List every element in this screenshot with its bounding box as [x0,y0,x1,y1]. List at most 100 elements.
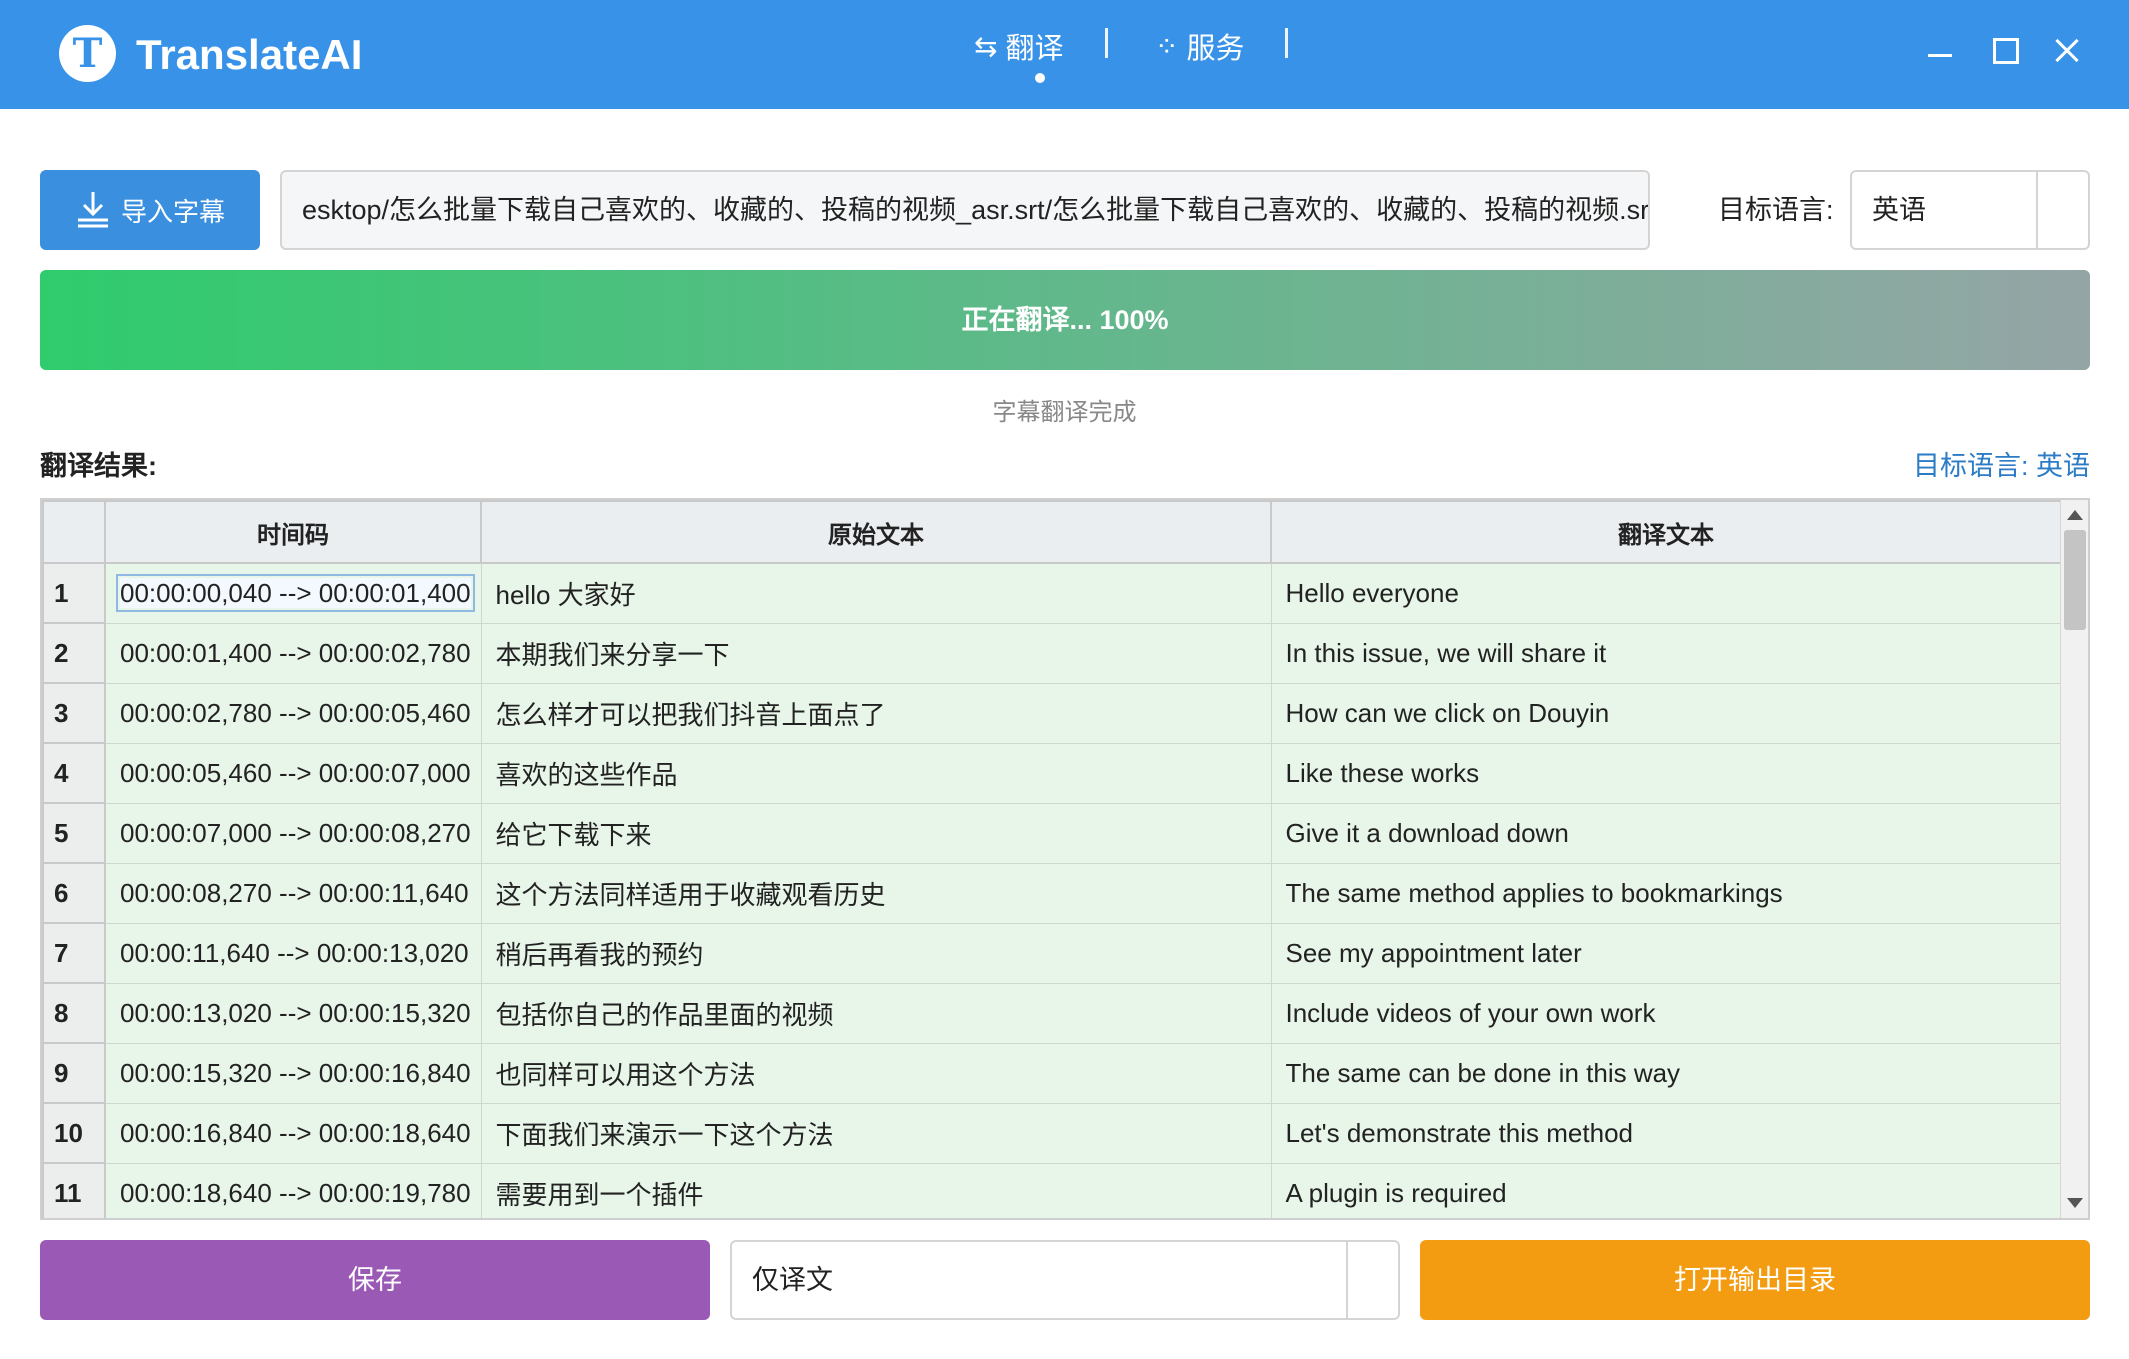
row-number[interactable]: 6 [42,862,106,924]
title-bar: T TranslateAI ⇆ 翻译 ⁘ 服务 [0,0,2129,109]
scroll-down-arrow-icon[interactable] [2067,1198,2083,1208]
cell-translated-text[interactable]: Hello everyone [1270,562,2062,624]
cell-translated-text-text: Let's demonstrate this method [1285,1117,1633,1148]
row-number-text: 9 [54,1057,69,1088]
cell-translated-text[interactable]: In this issue, we will share it [1270,622,2062,684]
target-language-select[interactable]: 英语 [1850,170,2090,250]
cell-timecode-text: 00:00:08,270 --> 00:00:11,640 [120,877,469,908]
cell-translated-text[interactable]: Like these works [1270,742,2062,804]
cell-translated-text-text: The same method applies to bookmarkings [1285,877,1783,908]
row-number-text: 6 [54,877,69,908]
column-header-translated[interactable]: 翻译文本 [1270,500,2062,564]
results-heading: 翻译结果: [40,451,157,481]
cell-original-text-text: hello 大家好 [495,579,636,610]
cell-translated-text[interactable]: Include videos of your own work [1270,982,2062,1044]
cell-original-text-text: 稍后再看我的预约 [495,939,704,970]
close-button[interactable] [2048,30,2088,70]
cell-timecode[interactable]: 00:00:11,640 --> 00:00:13,020 [104,922,482,984]
tab-translate[interactable]: ⇆ 翻译 [974,24,1063,68]
row-number[interactable]: 3 [42,682,106,744]
cell-timecode[interactable]: 00:00:02,780 --> 00:00:05,460 [104,682,482,744]
scrollbar-thumb[interactable] [2064,530,2086,630]
cell-original-text[interactable]: 也同样可以用这个方法 [480,1042,1272,1104]
cell-timecode[interactable]: 00:00:18,640 --> 00:00:19,780 [104,1162,482,1218]
table-row[interactable]: 6 00:00:08,270 --> 00:00:11,640 这个方法同样适用于收… [42,862,2062,924]
table-row[interactable]: 7 00:00:11,640 --> 00:00:13,020 稍后再看我的预约 Se… [42,922,2062,984]
row-number[interactable]: 5 [42,802,106,864]
cell-original-text[interactable]: 稍后再看我的预约 [480,922,1272,984]
row-number[interactable]: 4 [42,742,106,804]
cell-timecode-text: 00:00:00,040 --> 00:00:01,400 [116,573,475,612]
cell-timecode[interactable]: 00:00:16,840 --> 00:00:18,640 [104,1102,482,1164]
table-row[interactable]: 1 00:00:00,040 --> 00:00:01,400 hello 大家好 H… [42,562,2062,624]
row-number[interactable]: 7 [42,922,106,984]
cell-translated-text-text: How can we click on Douyin [1285,697,1610,728]
cell-translated-text[interactable]: Let's demonstrate this method [1270,1102,2062,1164]
cell-original-text[interactable]: hello 大家好 [480,562,1272,624]
cell-translated-text[interactable]: How can we click on Douyin [1270,682,2062,744]
row-number[interactable]: 11 [42,1162,106,1218]
cell-original-text[interactable]: 喜欢的这些作品 [480,742,1272,804]
cell-translated-text[interactable]: See my appointment later [1270,922,2062,984]
save-button[interactable]: 保存 [40,1240,710,1320]
cell-original-text-text: 本期我们来分享一下 [495,639,730,670]
cell-original-text-text: 怎么样才可以把我们抖音上面点了 [495,699,886,730]
minimize-button[interactable] [1920,30,1960,70]
cell-timecode[interactable]: 00:00:00,040 --> 00:00:01,400 [104,562,482,624]
cell-timecode[interactable]: 00:00:05,460 --> 00:00:07,000 [104,742,482,804]
cell-timecode[interactable]: 00:00:08,270 --> 00:00:11,640 [104,862,482,924]
cell-timecode[interactable]: 00:00:15,320 --> 00:00:16,840 [104,1042,482,1104]
cell-timecode[interactable]: 00:00:01,400 --> 00:00:02,780 [104,622,482,684]
scroll-up-arrow-icon[interactable] [2067,510,2083,520]
table-row[interactable]: 3 00:00:02,780 --> 00:00:05,460 怎么样才可以把我们抖… [42,682,2062,744]
cell-timecode[interactable]: 00:00:07,000 --> 00:00:08,270 [104,802,482,864]
dropdown-arrow-icon[interactable] [2036,172,2088,248]
cell-timecode-text: 00:00:15,320 --> 00:00:16,840 [120,1057,471,1088]
cell-translated-text[interactable]: A plugin is required [1270,1162,2062,1218]
progress-text: 正在翻译... 100% [961,305,1169,335]
table-row[interactable]: 11 00:00:18,640 --> 00:00:19,780 需要用到一个插件 A… [42,1162,2062,1218]
cell-translated-text[interactable]: The same method applies to bookmarkings [1270,862,2062,924]
cell-original-text[interactable]: 包括你自己的作品里面的视频 [480,982,1272,1044]
table-corner[interactable] [42,500,106,564]
output-mode-select[interactable]: 仅译文 [730,1240,1400,1320]
cell-original-text[interactable]: 这个方法同样适用于收藏观看历史 [480,862,1272,924]
cell-original-text[interactable]: 怎么样才可以把我们抖音上面点了 [480,682,1272,744]
cell-timecode-text: 00:00:18,640 --> 00:00:19,780 [120,1177,471,1208]
cell-original-text[interactable]: 本期我们来分享一下 [480,622,1272,684]
file-path-field[interactable]: esktop/怎么批量下载自己喜欢的、收藏的、投稿的视频_asr.srt/怎么批… [280,170,1650,250]
cell-translated-text[interactable]: The same can be done in this way [1270,1042,2062,1104]
cell-original-text[interactable]: 下面我们来演示一下这个方法 [480,1102,1272,1164]
cell-original-text[interactable]: 需要用到一个插件 [480,1162,1272,1218]
row-number[interactable]: 9 [42,1042,106,1104]
row-number[interactable]: 1 [42,562,106,624]
cell-timecode-text: 00:00:02,780 --> 00:00:05,460 [120,697,471,728]
row-number[interactable]: 2 [42,622,106,684]
column-header-original[interactable]: 原始文本 [480,500,1272,564]
row-number-text: 1 [54,577,69,608]
table-row[interactable]: 10 00:00:16,840 --> 00:00:18,640 下面我们来演示一下… [42,1102,2062,1164]
table-row[interactable]: 4 00:00:05,460 --> 00:00:07,000 喜欢的这些作品 Lik… [42,742,2062,804]
row-number-text: 10 [54,1117,83,1148]
cell-original-text[interactable]: 给它下载下来 [480,802,1272,864]
cell-timecode[interactable]: 00:00:13,020 --> 00:00:15,320 [104,982,482,1044]
maximize-button[interactable] [1985,30,2025,70]
row-number[interactable]: 10 [42,1102,106,1164]
tab-service[interactable]: ⁘ 服务 [1155,24,1244,68]
import-subtitle-button[interactable]: 导入字幕 [40,170,260,250]
translation-table[interactable]: 时间码 原始文本 翻译文本 1 00:00:00,040 --> 00:00:01… [40,498,2090,1220]
cell-original-text-text: 喜欢的这些作品 [495,759,678,790]
cell-translated-text-text: Include videos of your own work [1285,997,1656,1028]
row-number[interactable]: 8 [42,982,106,1044]
status-text: 字幕翻译完成 [992,399,1137,426]
table-row[interactable]: 2 00:00:01,400 --> 00:00:02,780 本期我们来分享一下 I… [42,622,2062,684]
table-row[interactable]: 5 00:00:07,000 --> 00:00:08,270 给它下载下来 Give… [42,802,2062,864]
table-row[interactable]: 8 00:00:13,020 --> 00:00:15,320 包括你自己的作品里面… [42,982,2062,1044]
column-header-timecode[interactable]: 时间码 [104,500,482,564]
vertical-scrollbar[interactable] [2060,500,2088,1218]
cell-translated-text[interactable]: Give it a download down [1270,802,2062,864]
cell-original-text-text: 下面我们来演示一下这个方法 [495,1119,834,1150]
open-output-dir-button[interactable]: 打开输出目录 [1420,1240,2090,1320]
table-row[interactable]: 9 00:00:15,320 --> 00:00:16,840 也同样可以用这个方法… [42,1042,2062,1104]
dropdown-arrow-icon[interactable] [1346,1242,1398,1318]
